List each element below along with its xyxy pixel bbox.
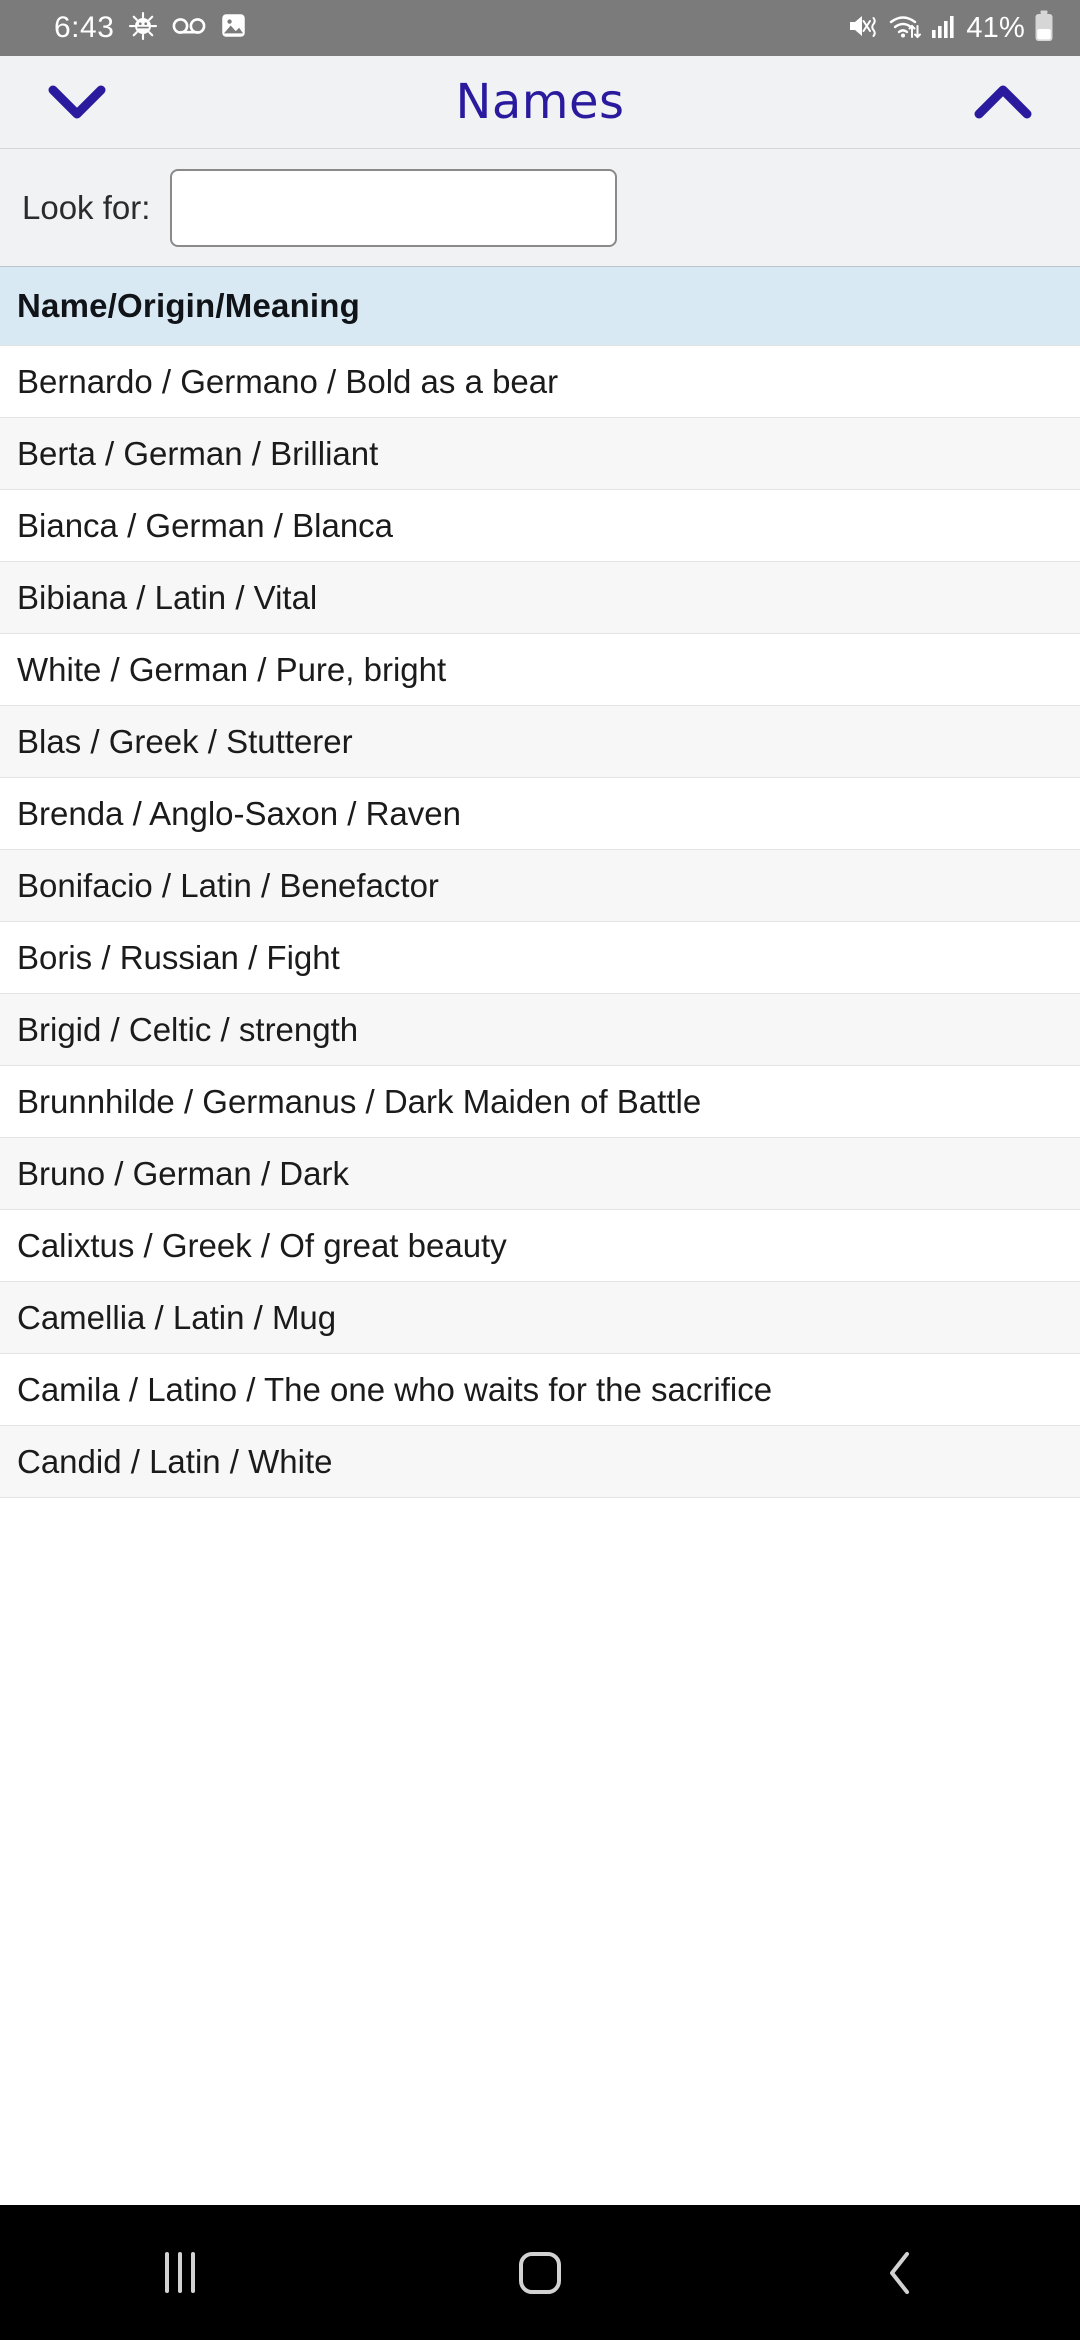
page-title: Names [455,74,625,130]
system-navigation-bar [0,2205,1080,2340]
table-row[interactable]: Calixtus / Greek / Of great beauty [0,1210,1080,1282]
status-time: 6:43 [54,11,115,44]
table-row-label: Brigid / Celtic / strength [17,1010,359,1048]
search-label: Look for: [22,188,151,226]
status-bar: 6:43 41% [0,0,1080,56]
battery-icon [1034,10,1054,47]
gallery-image-icon [220,12,247,44]
chevron-down-icon[interactable] [38,63,116,141]
table-row[interactable]: Berta / German / Brilliant [0,418,1080,490]
table-row-label: Bianca / German / Blanca [17,506,394,544]
names-table: Name/Origin/Meaning Bernardo / Germano /… [0,266,1080,2205]
table-row-label: Berta / German / Brilliant [17,434,379,472]
table-row-label: Brunnhilde / Germanus / Dark Maiden of B… [17,1082,702,1120]
table-row[interactable]: White / German / Pure, bright [0,634,1080,706]
table-row-label: Camila / Latino / The one who waits for … [17,1370,773,1408]
recents-glyph [165,2252,195,2293]
wifi-icon [888,12,922,45]
android-bug-icon [128,11,158,46]
table-row[interactable]: Bibiana / Latin / Vital [0,562,1080,634]
table-row[interactable]: Camila / Latino / The one who waits for … [0,1354,1080,1426]
table-body: Bernardo / Germano / Bold as a bear Berta… [0,346,1080,1498]
back-icon[interactable] [720,2205,1080,2340]
table-header-label: Name/Origin/Meaning [17,287,361,324]
table-row-label: Bibiana / Latin / Vital [17,578,318,616]
table-row[interactable]: Brunnhilde / Germanus / Dark Maiden of B… [0,1066,1080,1138]
table-row[interactable]: Brenda / Anglo-Saxon / Raven [0,778,1080,850]
cellular-signal-icon [931,12,957,45]
mute-vibrate-icon [847,12,879,45]
table-row[interactable]: Bonifacio / Latin / Benefactor [0,850,1080,922]
table-row[interactable]: Boris / Russian / Fight [0,922,1080,994]
search-input[interactable] [170,168,618,247]
app-header: Names [0,56,1080,149]
table-row-label: Bonifacio / Latin / Benefactor [17,866,439,904]
table-row[interactable]: Bernardo / Germano / Bold as a bear [0,346,1080,418]
search-row: Look for: [0,149,1080,266]
chevron-up-icon[interactable] [964,63,1042,141]
table-row[interactable]: Bianca / German / Blanca [0,490,1080,562]
table-column-header: Name/Origin/Meaning [0,266,1080,346]
home-glyph [519,2251,561,2294]
table-row-label: Camellia / Latin / Mug [17,1298,337,1336]
table-row-label: White / German / Pure, bright [17,650,447,688]
status-bar-left: 6:43 [54,11,247,46]
phone-screen: 6:43 41% Names Look for: Name/Origin/Mea… [0,0,1080,2340]
table-row-label: Boris / Russian / Fight [17,938,340,976]
table-row[interactable]: Bruno / German / Dark [0,1138,1080,1210]
table-row-label: Brenda / Anglo-Saxon / Raven [17,794,461,832]
table-row-label: Candid / Latin / White [17,1442,333,1480]
table-row[interactable]: Brigid / Celtic / strength [0,994,1080,1066]
table-row[interactable]: Camellia / Latin / Mug [0,1282,1080,1354]
table-row-label: Bruno / German / Dark [17,1154,349,1192]
status-bar-right: 41% [847,10,1054,47]
voicemail-icon [172,15,206,42]
table-row[interactable]: Blas / Greek / Stutterer [0,706,1080,778]
recents-icon[interactable] [0,2205,360,2340]
table-row[interactable]: Candid / Latin / White [0,1426,1080,1498]
battery-percent-label: 41% [966,11,1025,44]
home-icon[interactable] [360,2205,720,2340]
table-row-label: Blas / Greek / Stutterer [17,722,353,760]
table-row-label: Calixtus / Greek / Of great beauty [17,1226,507,1264]
table-row-label: Bernardo / Germano / Bold as a bear [17,362,559,400]
